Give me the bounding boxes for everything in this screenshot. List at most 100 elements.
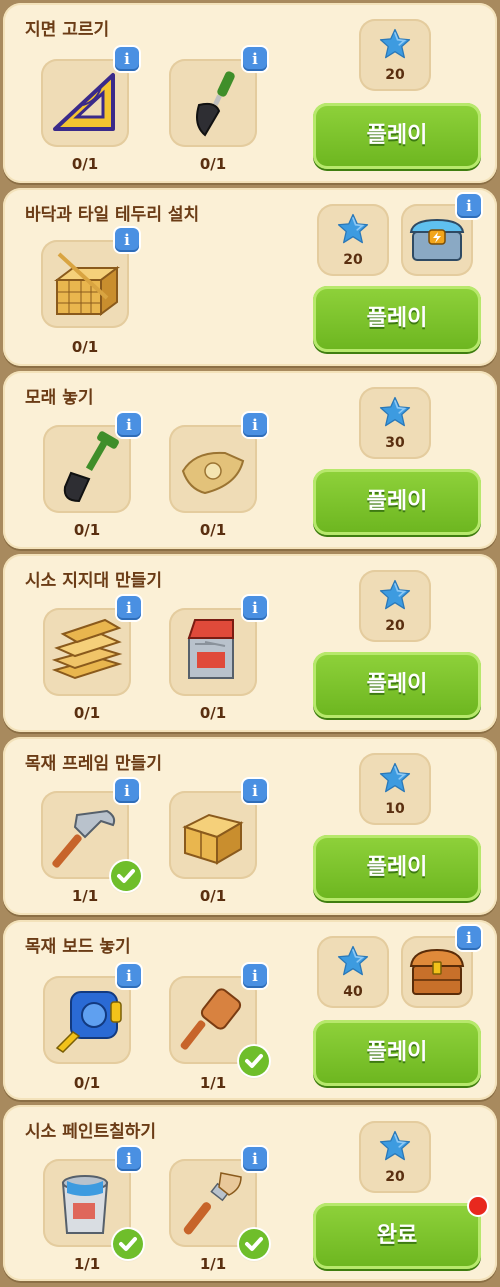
- task-title: 바닥과 타일 테두리 설치: [25, 205, 200, 225]
- material-count: 0/1: [73, 1074, 101, 1092]
- complete-button[interactable]: 완료: [313, 1197, 487, 1269]
- info-button[interactable]: i: [117, 964, 141, 988]
- info-button[interactable]: i: [115, 228, 139, 252]
- material-count: 0/1: [199, 887, 227, 905]
- material-count: 1/1: [71, 887, 99, 905]
- info-button[interactable]: i: [115, 47, 139, 71]
- info-button[interactable]: i: [117, 1147, 141, 1171]
- play-button[interactable]: 플레이: [313, 835, 481, 901]
- material-slot[interactable]: i: [41, 47, 139, 147]
- material-count: 0/1: [73, 704, 101, 722]
- info-button[interactable]: i: [117, 596, 141, 620]
- material-count: 0/1: [71, 338, 99, 356]
- completed-check-icon: [239, 1046, 269, 1076]
- material-count: 0/1: [199, 704, 227, 722]
- star-reward-value: 10: [385, 801, 405, 817]
- notification-dot: [469, 1197, 487, 1215]
- star-reward-value: 20: [343, 252, 363, 268]
- task-card-wood-frame: 목재 프레임 만들기 i 1/1 i 0/1 10 플레이: [3, 737, 497, 915]
- star-reward: 10: [359, 753, 431, 825]
- info-button[interactable]: i: [243, 596, 267, 620]
- star-icon: [378, 578, 412, 612]
- star-icon: [336, 212, 370, 246]
- nails-box-icon: [187, 619, 234, 679]
- star-reward: 20: [359, 570, 431, 642]
- task-title: 시소 페인트칠하기: [25, 1122, 157, 1142]
- wood-beams-icon: [182, 813, 244, 865]
- star-reward-value: 20: [385, 67, 405, 83]
- play-button[interactable]: 플레이: [313, 286, 481, 352]
- task-card-sand: 모래 놓기 i 0/1 i 0/1 30 플레이: [3, 371, 497, 549]
- material-slot[interactable]: i: [41, 779, 141, 891]
- material-slot[interactable]: i: [41, 228, 139, 328]
- complete-button-label: 완료: [376, 1223, 418, 1248]
- material-slot[interactable]: i: [43, 413, 141, 513]
- shovel-icon: [63, 431, 119, 503]
- material-slot[interactable]: i: [43, 596, 141, 696]
- star-reward: 20: [359, 19, 431, 91]
- task-title: 목재 프레임 만들기: [25, 754, 162, 774]
- info-button[interactable]: i: [243, 413, 267, 437]
- star-reward-value: 20: [385, 618, 405, 634]
- plank-stack-icon: [51, 618, 123, 680]
- trowel-icon: [196, 71, 235, 137]
- task-title: 목재 보드 놓기: [25, 937, 131, 957]
- material-count: 1/1: [199, 1074, 227, 1092]
- material-count: 0/1: [199, 155, 227, 173]
- star-reward: 40: [317, 936, 389, 1008]
- tape-measure-icon: [55, 991, 122, 1053]
- info-button[interactable]: i: [117, 413, 141, 437]
- info-button[interactable]: i: [243, 47, 267, 71]
- task-card-seesaw-paint: 시소 페인트칠하기 i 1/1 i 1/1 20 완료: [3, 1105, 497, 1281]
- treasure-chest-icon: [409, 948, 465, 995]
- star-icon: [336, 944, 370, 978]
- star-icon: [378, 27, 412, 61]
- star-reward-value: 30: [385, 435, 405, 451]
- info-button[interactable]: i: [457, 194, 481, 218]
- info-button[interactable]: i: [457, 926, 481, 950]
- task-card-floor-tile: 바닥과 타일 테두리 설치 i 0/1 20 i 플레이: [3, 188, 497, 366]
- bonus-chest[interactable]: i: [401, 926, 481, 1008]
- play-button[interactable]: 플레이: [313, 652, 481, 718]
- star-icon: [378, 761, 412, 795]
- star-reward: 30: [359, 387, 431, 459]
- task-card-seesaw-support: 시소 지지대 만들기 i 0/1 i 0/1 20 플레이: [3, 554, 497, 732]
- material-slot[interactable]: i: [169, 413, 267, 513]
- material-slot[interactable]: i: [43, 964, 141, 1064]
- info-button[interactable]: i: [243, 779, 267, 803]
- star-reward-value: 20: [385, 1169, 405, 1185]
- bonus-chest[interactable]: i: [401, 194, 481, 276]
- power-chest-icon: [409, 218, 465, 261]
- material-slot[interactable]: i: [169, 964, 269, 1076]
- star-reward: 20: [317, 204, 389, 276]
- task-card-wood-board: 목재 보드 놓기 i 0/1 i 1/1 40 i 플레이: [3, 920, 497, 1100]
- material-count: 0/1: [199, 521, 227, 539]
- material-count: 0/1: [73, 521, 101, 539]
- star-icon: [378, 395, 412, 429]
- material-count: 0/1: [71, 155, 99, 173]
- play-button[interactable]: 플레이: [313, 1020, 481, 1086]
- task-title: 모래 놓기: [25, 388, 94, 408]
- info-button[interactable]: i: [115, 779, 139, 803]
- play-button[interactable]: 플레이: [313, 103, 481, 169]
- sand-bag-icon: [181, 451, 245, 495]
- material-count: 1/1: [73, 1255, 101, 1273]
- info-button[interactable]: i: [243, 964, 267, 988]
- info-button[interactable]: i: [243, 1147, 267, 1171]
- star-reward-value: 40: [343, 984, 363, 1000]
- task-list: 지면 고르기 i 0/1 i 0/1 20 플레이 바닥과 타일 테두리 설치 …: [0, 0, 500, 1287]
- material-slot[interactable]: i: [169, 596, 267, 696]
- star-reward: 20: [359, 1121, 431, 1193]
- task-card-leveling: 지면 고르기 i 0/1 i 0/1 20 플레이: [3, 3, 497, 183]
- task-title: 지면 고르기: [25, 20, 110, 40]
- task-title: 시소 지지대 만들기: [25, 571, 162, 591]
- star-icon: [378, 1129, 412, 1163]
- material-slot[interactable]: i: [43, 1147, 143, 1259]
- material-slot[interactable]: i: [169, 779, 267, 879]
- material-count: 1/1: [199, 1255, 227, 1273]
- material-slot[interactable]: i: [169, 47, 267, 147]
- material-slot[interactable]: i: [169, 1147, 269, 1259]
- lumber-bundle-icon: [54, 252, 120, 316]
- triangle-ruler-icon: [53, 73, 115, 131]
- play-button[interactable]: 플레이: [313, 469, 481, 535]
